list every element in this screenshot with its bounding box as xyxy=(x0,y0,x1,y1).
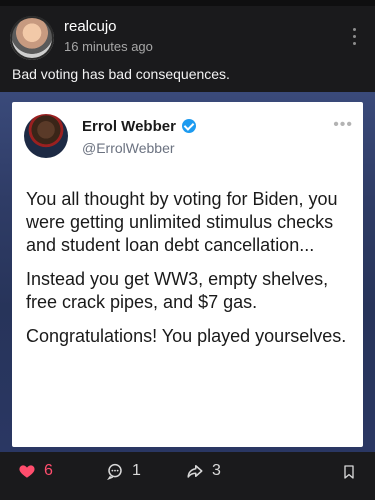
username[interactable]: realcujo xyxy=(64,18,117,35)
post-actions: 6 1 3 xyxy=(0,456,375,490)
kebab-icon[interactable] xyxy=(351,28,357,50)
tweet-card: Errol Webber @ErrolWebber ••• You all th… xyxy=(12,102,363,447)
tweet-paragraph: Congratulations! You played yourselves. xyxy=(26,326,347,346)
comment-button[interactable]: 1 xyxy=(106,462,141,480)
post-header: realcujo 16 minutes ago xyxy=(0,6,375,62)
bookmark-button[interactable] xyxy=(341,464,357,480)
share-button[interactable]: 3 xyxy=(186,462,221,480)
tweet-paragraph: Instead you get WW3, empty shelves, free… xyxy=(26,269,329,312)
comment-icon xyxy=(107,463,122,480)
tweet-author-name-text: Errol Webber xyxy=(82,118,176,135)
tweet-body: You all thought by voting for Biden, you… xyxy=(26,188,356,359)
verified-badge-icon xyxy=(181,119,196,133)
post-timestamp: 16 minutes ago xyxy=(64,39,153,54)
like-button[interactable]: 6 xyxy=(18,462,53,480)
heart-icon xyxy=(19,465,35,478)
tweet-author-name: Errol Webber xyxy=(82,118,196,135)
bookmark-icon xyxy=(344,465,354,479)
comment-count: 1 xyxy=(132,462,141,479)
share-count: 3 xyxy=(212,462,221,479)
tweet-paragraph: You all thought by voting for Biden, you… xyxy=(26,189,338,255)
post-caption: Bad voting has bad consequences. xyxy=(12,66,230,82)
tweet-handle: @ErrolWebber xyxy=(82,140,175,156)
avatar[interactable] xyxy=(10,16,54,60)
like-count: 6 xyxy=(44,462,53,479)
more-icon: ••• xyxy=(333,116,353,133)
post-image[interactable]: Errol Webber @ErrolWebber ••• You all th… xyxy=(0,92,375,452)
tweet-avatar xyxy=(24,114,68,158)
share-icon xyxy=(187,465,203,478)
